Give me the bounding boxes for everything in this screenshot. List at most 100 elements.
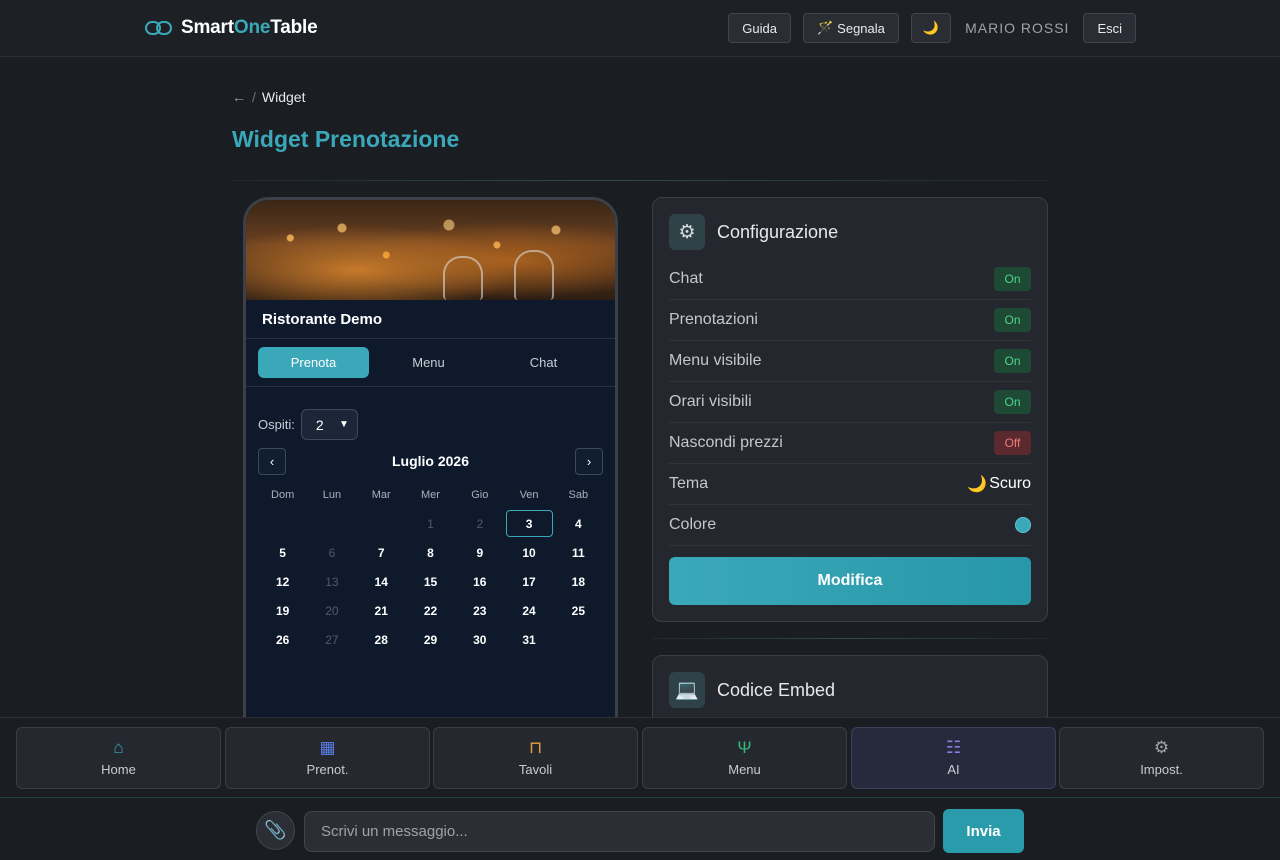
config-row-colore: Colore xyxy=(669,505,1031,546)
page-title: Widget Prenotazione xyxy=(232,126,460,152)
calendar-day[interactable]: 24 xyxy=(504,596,553,625)
calendar-day[interactable]: 9 xyxy=(455,538,504,567)
calendar-day[interactable]: 25 xyxy=(554,596,603,625)
config-row-tema: Tema 🌙 Scuro xyxy=(669,464,1031,505)
config-row-nascondi-prezzi: Nascondi prezzi Off xyxy=(669,423,1031,464)
calendar-day: 6 xyxy=(328,545,336,560)
calendar-day[interactable]: 29 xyxy=(406,625,455,654)
calendar-day[interactable]: 23 xyxy=(455,596,504,625)
guide-button[interactable]: Guida xyxy=(728,13,791,43)
calendar-day-selected[interactable]: 3 xyxy=(504,509,553,538)
calendar-day[interactable]: 31 xyxy=(504,625,553,654)
breadcrumb-separator: / xyxy=(252,89,256,105)
embed-title: Codice Embed xyxy=(717,679,836,700)
nav-label: Home xyxy=(101,762,136,777)
nav-impostazioni[interactable]: ⚙ Impost. xyxy=(1059,727,1264,789)
calendar-header: ‹ Luglio 2026 › xyxy=(258,448,603,475)
top-bar: SmartOneTable Guida 🪄 Segnala 🌙 MARIO RO… xyxy=(0,0,1280,57)
send-button[interactable]: Invia xyxy=(943,809,1024,853)
theme-toggle-button[interactable]: 🌙 xyxy=(910,13,952,43)
guests-value: 2 xyxy=(315,416,324,433)
calendar-month: Luglio 2026 xyxy=(391,453,470,469)
report-button[interactable]: 🪄 Segnala xyxy=(802,13,899,43)
nav-ai[interactable]: ☷ AI xyxy=(851,727,1056,789)
calendar-day[interactable]: 19 xyxy=(258,596,307,625)
nav-prenotazioni[interactable]: ▦ Prenot. xyxy=(225,727,430,789)
calendar-empty-cell xyxy=(258,509,307,538)
back-arrow-icon[interactable]: ← xyxy=(232,89,246,105)
table-icon: ⊓ xyxy=(528,738,543,757)
weekday-label: Ven xyxy=(519,489,539,501)
embed-header: 💻 Codice Embed xyxy=(669,672,835,708)
status-badge[interactable]: On xyxy=(994,390,1031,414)
calendar-day: 1 xyxy=(427,516,434,531)
restaurant-name: Ristorante Demo xyxy=(246,300,615,339)
config-label: Orari visibili xyxy=(669,393,752,410)
title-divider xyxy=(232,180,1048,181)
calendar-day[interactable]: 26 xyxy=(258,625,307,654)
calendar-day[interactable]: 22 xyxy=(406,596,455,625)
gear-icon: ⚙ xyxy=(669,214,705,250)
guests-selector: Ospiti: 2 ▼ xyxy=(258,409,358,440)
status-badge[interactable]: On xyxy=(994,308,1031,332)
calendar-day[interactable]: 4 xyxy=(554,509,603,538)
logout-button[interactable]: Esci xyxy=(1083,13,1136,43)
tab-menu[interactable]: Menu xyxy=(373,347,484,378)
calendar-day: 27 xyxy=(325,632,339,647)
calendar-day[interactable]: 17 xyxy=(504,567,553,596)
calendar-day[interactable]: 8 xyxy=(406,538,455,567)
calendar-day[interactable]: 11 xyxy=(554,538,603,567)
widget-preview-phone: Ristorante Demo Prenota Menu Chat Ospiti… xyxy=(243,197,618,727)
paperclip-icon[interactable]: 📎 xyxy=(256,811,295,850)
restaurant-hero-image xyxy=(246,200,615,300)
theme-name: Scuro xyxy=(989,475,1031,492)
color-swatch xyxy=(1015,517,1031,533)
calendar-days: 1 2 3 4 5 6 7 8 9 10 11 12 13 14 15 16 17 18 19 20 21 22 23 24 2… xyxy=(258,509,603,654)
config-label: Nascondi prezzi xyxy=(669,434,783,451)
calendar-day: 20 xyxy=(325,603,339,618)
weekday-label: Lun xyxy=(322,489,342,501)
fork-knife-icon: Ψ xyxy=(737,738,752,757)
nav-home[interactable]: ⌂ Home xyxy=(16,727,221,789)
calendar-weekdays: Dom Lun Mar Mer Gio Ven Sab xyxy=(258,489,603,501)
chat-bar: 📎 Invia xyxy=(0,797,1280,860)
nav-label: Menu xyxy=(728,762,761,777)
weekday-label: Gio xyxy=(471,489,489,501)
tab-chat[interactable]: Chat xyxy=(488,347,599,378)
brand-logo[interactable]: SmartOneTable xyxy=(145,17,318,39)
guests-select[interactable]: 2 ▼ xyxy=(300,409,358,440)
user-name: MARIO ROSSI xyxy=(965,20,1070,36)
calendar-day[interactable]: 15 xyxy=(406,567,455,596)
calendar-day[interactable]: 10 xyxy=(504,538,553,567)
widget-tabs: Prenota Menu Chat xyxy=(246,339,615,387)
breadcrumb: ← / Widget xyxy=(232,89,305,105)
calendar-day[interactable]: 14 xyxy=(357,567,406,596)
config-label: Menu visibile xyxy=(669,352,762,369)
weekday-label: Dom xyxy=(271,489,295,501)
status-badge[interactable]: Off xyxy=(994,431,1031,455)
theme-value: 🌙 Scuro xyxy=(967,474,1031,494)
nav-tavoli[interactable]: ⊓ Tavoli xyxy=(433,727,638,789)
calendar-day[interactable]: 30 xyxy=(455,625,504,654)
robot-icon: ☷ xyxy=(945,738,962,757)
calendar-icon: ▦ xyxy=(319,738,336,757)
calendar-day[interactable]: 28 xyxy=(357,625,406,654)
message-input[interactable] xyxy=(304,811,935,852)
calendar-day[interactable]: 16 xyxy=(455,567,504,596)
calendar-day[interactable]: 7 xyxy=(357,538,406,567)
calendar-day-number: 3 xyxy=(505,510,553,537)
calendar-day[interactable]: 12 xyxy=(258,567,307,596)
status-badge[interactable]: On xyxy=(994,267,1031,291)
configuration-title: Configurazione xyxy=(717,221,839,242)
calendar-day[interactable]: 5 xyxy=(258,538,307,567)
nav-menu[interactable]: Ψ Menu xyxy=(642,727,847,789)
calendar-day[interactable]: 18 xyxy=(554,567,603,596)
modify-button[interactable]: Modifica xyxy=(669,557,1031,605)
calendar-next-button[interactable]: › xyxy=(575,448,603,475)
home-icon: ⌂ xyxy=(113,738,124,757)
calendar-day[interactable]: 21 xyxy=(357,596,406,625)
status-badge[interactable]: On xyxy=(994,349,1031,373)
tab-prenota[interactable]: Prenota xyxy=(258,347,369,378)
brand-name: SmartOneTable xyxy=(181,17,318,38)
wine-glass-graphic xyxy=(514,250,554,300)
